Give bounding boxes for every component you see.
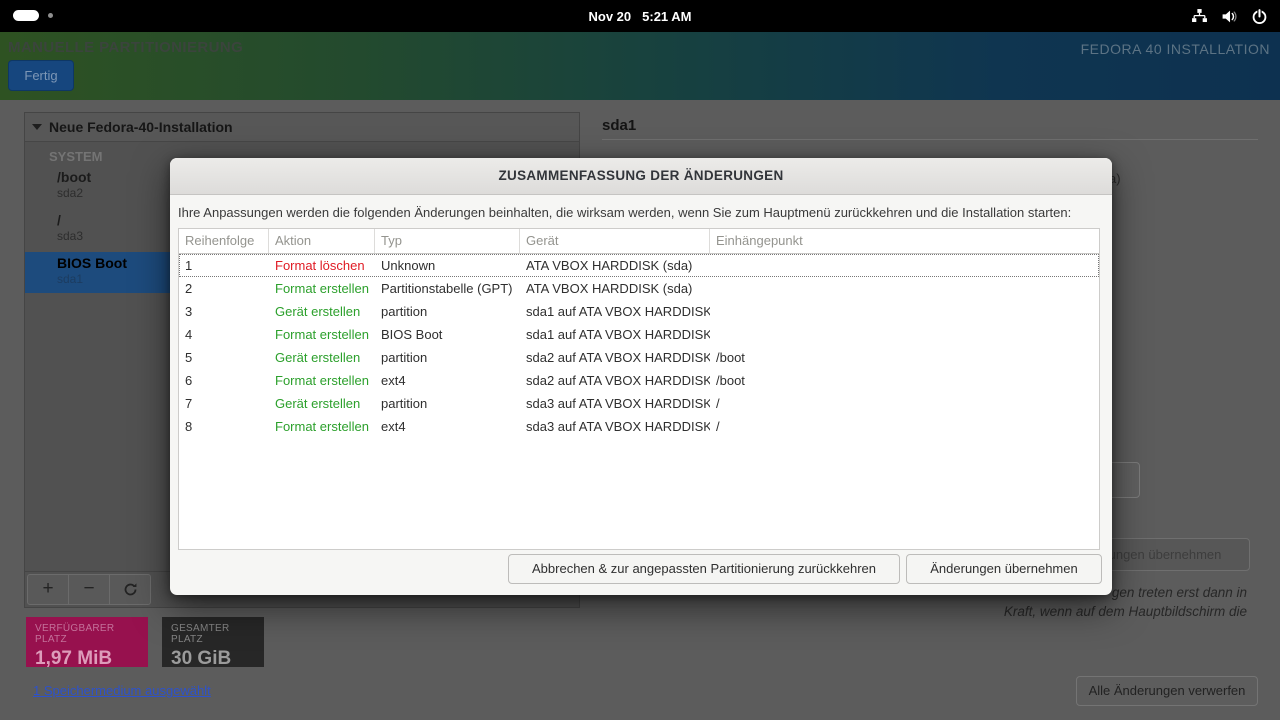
table-column-header: Typ [375,229,520,253]
cell-action: Format löschen [269,254,375,277]
table-row[interactable]: 8 Format erstellen ext4 sda3 auf ATA VBO… [179,415,1099,438]
cell-order: 8 [179,415,269,438]
expander-triangle-icon [32,124,42,130]
cell-order: 5 [179,346,269,369]
accordion-root-row[interactable]: Neue Fedora-40-Installation [25,113,579,142]
cell-type: ext4 [375,415,520,438]
cell-action: Gerät erstellen [269,346,375,369]
accordion-root-label: Neue Fedora-40-Installation [49,119,233,135]
clock-date: Nov 20 [588,9,631,24]
table-row[interactable]: 4 Format erstellen BIOS Boot sda1 auf AT… [179,323,1099,346]
dialog-title: ZUSAMMENFASSUNG DER ÄNDERUNGEN [170,158,1112,195]
table-column-header: Reihenfolge [179,229,269,253]
cell-order: 4 [179,323,269,346]
power-icon[interactable] [1251,8,1268,25]
cell-mountpoint: /boot [710,346,1099,369]
available-space-value: 1,97 MiB [35,648,139,670]
selected-device-title: sda1 [602,117,636,134]
table-column-header: Aktion [269,229,375,253]
toolbar-button-group: + − [27,574,151,605]
changes-table: ReihenfolgeAktionTypGerätEinhängepunkt 1… [178,228,1100,550]
summary-of-changes-dialog: ZUSAMMENFASSUNG DER ÄNDERUNGEN Ihre Anpa… [170,158,1112,595]
cell-type: ext4 [375,369,520,392]
cell-order: 2 [179,277,269,300]
table-row[interactable]: 1 Format löschen Unknown ATA VBOX HARDDI… [179,254,1099,277]
refresh-icon [122,582,139,603]
table-column-header: Einhängepunkt [710,229,1099,253]
product-label: FEDORA 40 INSTALLATION [1081,41,1270,57]
cell-action: Gerät erstellen [269,300,375,323]
cell-device: sda2 auf ATA VBOX HARDDISK [520,369,710,392]
cell-device: ATA VBOX HARDDISK (sda) [520,277,710,300]
table-row[interactable]: 6 Format erstellen ext4 sda2 auf ATA VBO… [179,369,1099,392]
workspace-pill-icon [13,10,39,21]
workspace-dot-icon [48,13,53,18]
cell-type: Partitionstabelle (GPT) [375,277,520,300]
cell-order: 1 [179,254,269,277]
plus-icon: + [42,578,53,599]
cell-mountpoint [710,323,1099,346]
table-column-header: Gerät [520,229,710,253]
cell-type: partition [375,346,520,369]
total-space-badge: GESAMTER PLATZ 30 GiB [162,617,264,667]
cell-order: 7 [179,392,269,415]
cell-type: partition [375,392,520,415]
table-row[interactable]: 3 Gerät erstellen partition sda1 auf ATA… [179,300,1099,323]
available-space-badge: VERFÜGBARER PLATZ 1,97 MiB [26,617,148,667]
note-line-2: Kraft, wenn auf dem Hauptbildschirm die [1004,602,1247,621]
right-panel-divider [602,139,1258,140]
total-space-label: GESAMTER PLATZ [171,623,255,645]
cell-mountpoint: / [710,415,1099,438]
cell-mountpoint [710,254,1099,277]
cell-device: sda2 auf ATA VBOX HARDDISK [520,346,710,369]
remove-partition-button[interactable]: − [68,574,110,605]
cell-mountpoint [710,300,1099,323]
cell-device: ATA VBOX HARDDISK (sda) [520,254,710,277]
cell-type: Unknown [375,254,520,277]
cell-type: BIOS Boot [375,323,520,346]
cancel-return-button[interactable]: Abbrechen & zur angepassten Partitionier… [508,554,900,584]
cell-device: sda3 auf ATA VBOX HARDDISK [520,415,710,438]
dialog-description: Ihre Anpassungen werden die folgenden Än… [178,205,1071,220]
cell-order: 6 [179,369,269,392]
table-row[interactable]: 7 Gerät erstellen partition sda3 auf ATA… [179,392,1099,415]
table-row[interactable]: 5 Gerät erstellen partition sda2 auf ATA… [179,346,1099,369]
cell-action: Format erstellen [269,277,375,300]
installer-header: MANUELLE PARTITIONIERUNG Fertig FEDORA 4… [0,32,1280,100]
clock-time: 5:21 AM [642,9,691,24]
available-space-label: VERFÜGBARER PLATZ [35,623,139,645]
screen: Nov 20 5:21 AM MANUELLE PARTITION [0,0,1280,720]
cell-order: 3 [179,300,269,323]
cell-device: sda1 auf ATA VBOX HARDDISK [520,300,710,323]
cell-device: sda3 auf ATA VBOX HARDDISK [520,392,710,415]
table-body: 1 Format löschen Unknown ATA VBOX HARDDI… [179,254,1099,438]
page-title: MANUELLE PARTITIONIERUNG [8,39,243,56]
cell-mountpoint: / [710,392,1099,415]
cell-action: Format erstellen [269,415,375,438]
system-status-area[interactable] [1191,0,1268,32]
cell-action: Format erstellen [269,369,375,392]
total-space-value: 30 GiB [171,648,255,670]
cell-mountpoint [710,277,1099,300]
reload-button[interactable] [109,574,151,605]
cell-action: Gerät erstellen [269,392,375,415]
table-header-row: ReihenfolgeAktionTypGerätEinhängepunkt [179,229,1099,254]
accept-changes-button[interactable]: Änderungen übernehmen [906,554,1102,584]
volume-icon[interactable] [1221,8,1238,25]
discard-all-changes-button[interactable]: Alle Änderungen verwerfen [1076,676,1258,706]
add-partition-button[interactable]: + [27,574,69,605]
done-button[interactable]: Fertig [8,60,74,91]
cell-action: Format erstellen [269,323,375,346]
cell-device: sda1 auf ATA VBOX HARDDISK [520,323,710,346]
cell-type: partition [375,300,520,323]
table-row[interactable]: 2 Format erstellen Partitionstabelle (GP… [179,277,1099,300]
wired-network-icon[interactable] [1191,8,1208,25]
workspace-indicator[interactable] [13,10,53,21]
clock[interactable]: Nov 20 5:21 AM [588,0,691,32]
gnome-top-bar: Nov 20 5:21 AM [0,0,1280,32]
minus-icon: − [83,578,94,599]
selected-disks-link[interactable]: 1 Speichermedium ausgewählt [33,683,211,698]
cell-mountpoint: /boot [710,369,1099,392]
